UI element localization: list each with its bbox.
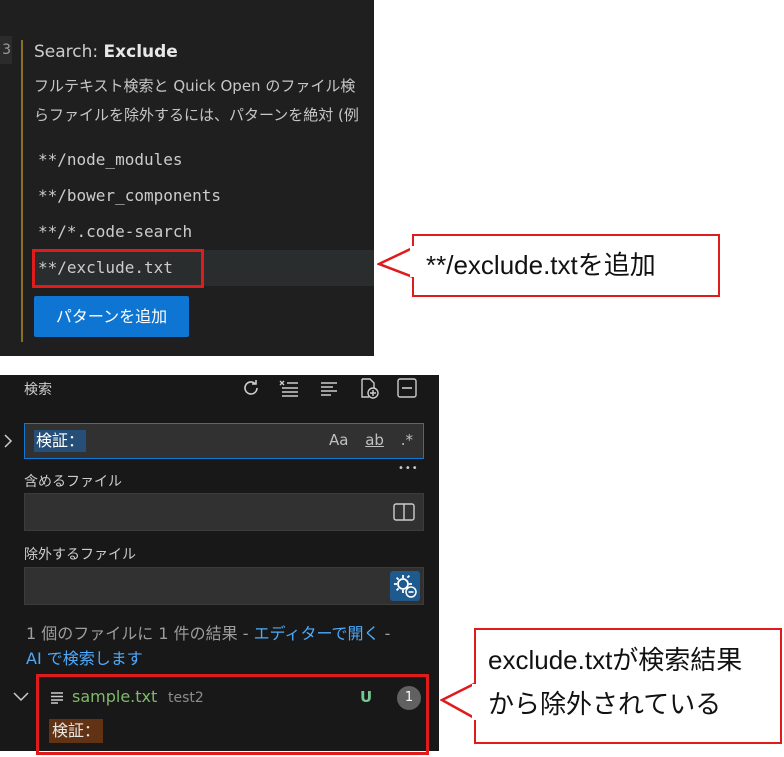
exclude-files-label: 除外するファイル bbox=[24, 547, 136, 563]
setting-description-line-2: らファイルを除外するには、パターンを絶対 (例 bbox=[34, 106, 359, 124]
new-search-editor-icon[interactable] bbox=[358, 377, 380, 399]
setting-title-prefix: Search: bbox=[34, 42, 104, 62]
callout-joint bbox=[410, 246, 416, 277]
clear-results-icon[interactable] bbox=[278, 377, 300, 399]
refresh-icon[interactable] bbox=[240, 377, 262, 399]
pattern-item[interactable]: **/*.code-search bbox=[38, 222, 192, 241]
search-header: 検索 bbox=[24, 382, 52, 398]
more-options-icon[interactable]: ••• bbox=[398, 463, 419, 474]
exclude-files-input[interactable] bbox=[24, 567, 424, 605]
search-input[interactable]: 検証： Aa ab .* bbox=[24, 423, 424, 459]
highlight-search-result bbox=[36, 674, 429, 755]
view-as-tree-icon[interactable] bbox=[396, 377, 418, 399]
callout-excluded: exclude.txtが検索結果 から除外されている bbox=[474, 628, 782, 744]
results-summary-line-2: AI で検索します bbox=[26, 645, 143, 669]
callout-joint bbox=[472, 684, 478, 720]
toggle-replace-chevron-icon[interactable] bbox=[2, 433, 16, 449]
setting-title-name: Exclude bbox=[103, 42, 178, 62]
add-pattern-button[interactable]: パターンを追加 bbox=[34, 296, 189, 337]
callout-excluded-line-2: から除外されている bbox=[488, 689, 722, 719]
search-input-value: 検証： bbox=[34, 430, 87, 452]
open-in-editor-link[interactable]: エディターで開く bbox=[254, 624, 380, 643]
regex-icon[interactable]: .* bbox=[401, 431, 413, 449]
ai-search-link[interactable]: AI で検索します bbox=[26, 649, 143, 668]
match-case-icon[interactable]: Aa bbox=[329, 431, 348, 449]
setting-description-line-1: フルテキスト検索と Quick Open のファイル検 bbox=[34, 77, 356, 95]
expand-result-chevron-icon[interactable] bbox=[12, 689, 30, 705]
setting-title: Search: Exclude bbox=[34, 42, 178, 62]
open-editors-only-icon[interactable] bbox=[393, 503, 415, 521]
collapse-all-icon[interactable] bbox=[318, 377, 340, 399]
settings-panel: 3 Search: Exclude フルテキスト検索と Quick Open の… bbox=[0, 0, 374, 356]
results-summary: 1 個のファイルに 1 件の結果 - エディターで開く - bbox=[26, 620, 390, 644]
results-summary-sep: - bbox=[379, 624, 391, 643]
search-toggles: Aa ab .* bbox=[329, 431, 413, 449]
modified-indicator-bar bbox=[21, 40, 23, 342]
pattern-item[interactable]: **/bower_components bbox=[38, 186, 221, 205]
use-exclude-settings-icon[interactable] bbox=[390, 571, 420, 601]
include-files-label: 含めるファイル bbox=[24, 474, 122, 490]
include-files-input[interactable] bbox=[24, 493, 424, 531]
callout-added: **/exclude.txtを追加 bbox=[412, 234, 720, 297]
gutter-marker: 3 bbox=[0, 36, 12, 64]
whole-word-icon[interactable]: ab bbox=[365, 431, 384, 449]
callout-excluded-line-1: exclude.txtが検索結果 bbox=[488, 645, 743, 675]
results-summary-text: 1 個のファイルに 1 件の結果 - bbox=[26, 624, 254, 643]
pattern-item[interactable]: **/node_modules bbox=[38, 150, 183, 169]
highlight-added-pattern bbox=[32, 249, 204, 288]
